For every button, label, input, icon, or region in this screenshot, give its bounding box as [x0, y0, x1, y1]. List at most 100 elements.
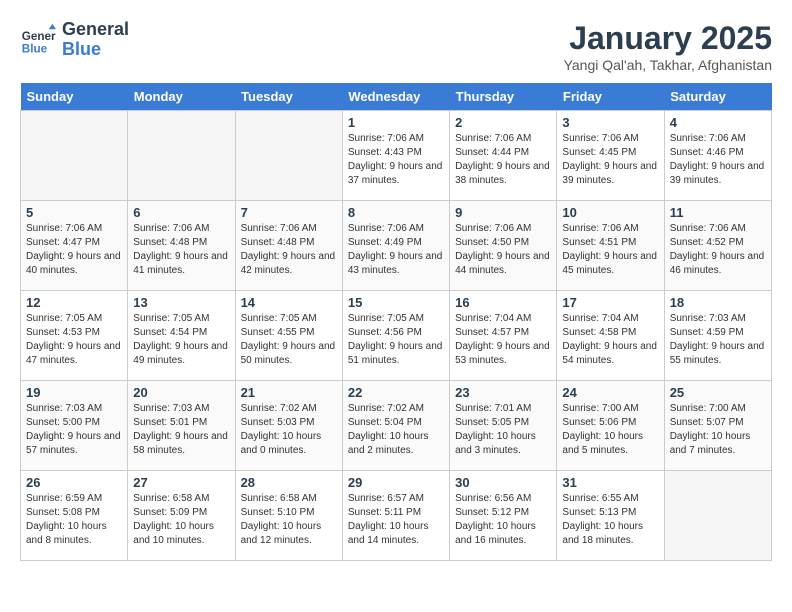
day-info: Sunrise: 7:01 AMSunset: 5:05 PMDaylight:…: [455, 402, 551, 458]
day-info: Sunrise: 7:06 AMSunset: 4:44 PMDaylight:…: [455, 132, 551, 188]
calendar-cell: [235, 111, 342, 201]
day-info: Sunrise: 7:06 AMSunset: 4:51 PMDaylight:…: [562, 222, 658, 278]
day-info: Sunrise: 7:06 AMSunset: 4:50 PMDaylight:…: [455, 222, 551, 278]
calendar-cell: 4 Sunrise: 7:06 AMSunset: 4:46 PMDayligh…: [664, 111, 771, 201]
calendar-cell: 10 Sunrise: 7:06 AMSunset: 4:51 PMDaylig…: [557, 201, 664, 291]
day-number: 2: [455, 115, 551, 130]
calendar-cell: 30 Sunrise: 6:56 AMSunset: 5:12 PMDaylig…: [450, 471, 557, 561]
calendar-cell: 27 Sunrise: 6:58 AMSunset: 5:09 PMDaylig…: [128, 471, 235, 561]
calendar-table: SundayMondayTuesdayWednesdayThursdayFrid…: [20, 83, 772, 561]
day-number: 10: [562, 205, 658, 220]
day-info: Sunrise: 6:59 AMSunset: 5:08 PMDaylight:…: [26, 492, 122, 548]
day-number: 15: [348, 295, 444, 310]
day-number: 6: [133, 205, 229, 220]
calendar-cell: 2 Sunrise: 7:06 AMSunset: 4:44 PMDayligh…: [450, 111, 557, 201]
calendar-cell: 25 Sunrise: 7:00 AMSunset: 5:07 PMDaylig…: [664, 381, 771, 471]
day-number: 25: [670, 385, 766, 400]
day-info: Sunrise: 6:58 AMSunset: 5:09 PMDaylight:…: [133, 492, 229, 548]
day-info: Sunrise: 7:04 AMSunset: 4:58 PMDaylight:…: [562, 312, 658, 368]
day-info: Sunrise: 7:06 AMSunset: 4:48 PMDaylight:…: [241, 222, 337, 278]
day-number: 11: [670, 205, 766, 220]
day-number: 13: [133, 295, 229, 310]
page-header: General Blue General Blue January 2025 Y…: [20, 20, 772, 73]
day-number: 18: [670, 295, 766, 310]
day-number: 4: [670, 115, 766, 130]
day-info: Sunrise: 6:56 AMSunset: 5:12 PMDaylight:…: [455, 492, 551, 548]
calendar-cell: 17 Sunrise: 7:04 AMSunset: 4:58 PMDaylig…: [557, 291, 664, 381]
calendar-cell: 26 Sunrise: 6:59 AMSunset: 5:08 PMDaylig…: [21, 471, 128, 561]
day-number: 27: [133, 475, 229, 490]
day-info: Sunrise: 7:06 AMSunset: 4:52 PMDaylight:…: [670, 222, 766, 278]
day-number: 29: [348, 475, 444, 490]
day-number: 20: [133, 385, 229, 400]
day-info: Sunrise: 7:06 AMSunset: 4:48 PMDaylight:…: [133, 222, 229, 278]
calendar-cell: 16 Sunrise: 7:04 AMSunset: 4:57 PMDaylig…: [450, 291, 557, 381]
svg-text:General: General: [22, 30, 56, 43]
day-number: 19: [26, 385, 122, 400]
week-row-3: 12 Sunrise: 7:05 AMSunset: 4:53 PMDaylig…: [21, 291, 772, 381]
calendar-cell: 15 Sunrise: 7:05 AMSunset: 4:56 PMDaylig…: [342, 291, 449, 381]
day-number: 9: [455, 205, 551, 220]
day-info: Sunrise: 7:04 AMSunset: 4:57 PMDaylight:…: [455, 312, 551, 368]
day-number: 22: [348, 385, 444, 400]
day-number: 26: [26, 475, 122, 490]
day-info: Sunrise: 6:55 AMSunset: 5:13 PMDaylight:…: [562, 492, 658, 548]
logo-icon: General Blue: [20, 22, 56, 58]
week-row-2: 5 Sunrise: 7:06 AMSunset: 4:47 PMDayligh…: [21, 201, 772, 291]
weekday-header-sunday: Sunday: [21, 83, 128, 111]
day-info: Sunrise: 7:05 AMSunset: 4:56 PMDaylight:…: [348, 312, 444, 368]
svg-text:Blue: Blue: [22, 42, 48, 55]
calendar-cell: 11 Sunrise: 7:06 AMSunset: 4:52 PMDaylig…: [664, 201, 771, 291]
day-number: 24: [562, 385, 658, 400]
day-info: Sunrise: 7:06 AMSunset: 4:45 PMDaylight:…: [562, 132, 658, 188]
day-info: Sunrise: 7:05 AMSunset: 4:55 PMDaylight:…: [241, 312, 337, 368]
week-row-4: 19 Sunrise: 7:03 AMSunset: 5:00 PMDaylig…: [21, 381, 772, 471]
day-number: 16: [455, 295, 551, 310]
day-info: Sunrise: 7:03 AMSunset: 5:01 PMDaylight:…: [133, 402, 229, 458]
calendar-cell: 20 Sunrise: 7:03 AMSunset: 5:01 PMDaylig…: [128, 381, 235, 471]
calendar-cell: 28 Sunrise: 6:58 AMSunset: 5:10 PMDaylig…: [235, 471, 342, 561]
calendar-cell: 24 Sunrise: 7:00 AMSunset: 5:06 PMDaylig…: [557, 381, 664, 471]
weekday-header-wednesday: Wednesday: [342, 83, 449, 111]
day-number: 23: [455, 385, 551, 400]
day-number: 30: [455, 475, 551, 490]
day-info: Sunrise: 7:06 AMSunset: 4:49 PMDaylight:…: [348, 222, 444, 278]
day-number: 5: [26, 205, 122, 220]
day-number: 31: [562, 475, 658, 490]
day-info: Sunrise: 7:03 AMSunset: 5:00 PMDaylight:…: [26, 402, 122, 458]
weekday-header-tuesday: Tuesday: [235, 83, 342, 111]
calendar-cell: 8 Sunrise: 7:06 AMSunset: 4:49 PMDayligh…: [342, 201, 449, 291]
calendar-cell: 23 Sunrise: 7:01 AMSunset: 5:05 PMDaylig…: [450, 381, 557, 471]
day-number: 17: [562, 295, 658, 310]
calendar-cell: 19 Sunrise: 7:03 AMSunset: 5:00 PMDaylig…: [21, 381, 128, 471]
calendar-cell: 12 Sunrise: 7:05 AMSunset: 4:53 PMDaylig…: [21, 291, 128, 381]
day-number: 21: [241, 385, 337, 400]
day-number: 3: [562, 115, 658, 130]
calendar-cell: [21, 111, 128, 201]
weekday-header-row: SundayMondayTuesdayWednesdayThursdayFrid…: [21, 83, 772, 111]
day-info: Sunrise: 7:05 AMSunset: 4:53 PMDaylight:…: [26, 312, 122, 368]
day-number: 1: [348, 115, 444, 130]
day-info: Sunrise: 6:58 AMSunset: 5:10 PMDaylight:…: [241, 492, 337, 548]
title-block: January 2025 Yangi Qal'ah, Takhar, Afgha…: [564, 20, 772, 73]
day-number: 28: [241, 475, 337, 490]
calendar-cell: [128, 111, 235, 201]
day-info: Sunrise: 7:03 AMSunset: 4:59 PMDaylight:…: [670, 312, 766, 368]
calendar-cell: 29 Sunrise: 6:57 AMSunset: 5:11 PMDaylig…: [342, 471, 449, 561]
day-info: Sunrise: 7:06 AMSunset: 4:43 PMDaylight:…: [348, 132, 444, 188]
week-row-5: 26 Sunrise: 6:59 AMSunset: 5:08 PMDaylig…: [21, 471, 772, 561]
day-info: Sunrise: 7:02 AMSunset: 5:04 PMDaylight:…: [348, 402, 444, 458]
calendar-cell: 21 Sunrise: 7:02 AMSunset: 5:03 PMDaylig…: [235, 381, 342, 471]
calendar-cell: 9 Sunrise: 7:06 AMSunset: 4:50 PMDayligh…: [450, 201, 557, 291]
day-info: Sunrise: 7:02 AMSunset: 5:03 PMDaylight:…: [241, 402, 337, 458]
day-info: Sunrise: 7:05 AMSunset: 4:54 PMDaylight:…: [133, 312, 229, 368]
day-info: Sunrise: 7:06 AMSunset: 4:47 PMDaylight:…: [26, 222, 122, 278]
day-info: Sunrise: 7:06 AMSunset: 4:46 PMDaylight:…: [670, 132, 766, 188]
calendar-cell: 13 Sunrise: 7:05 AMSunset: 4:54 PMDaylig…: [128, 291, 235, 381]
day-info: Sunrise: 7:00 AMSunset: 5:07 PMDaylight:…: [670, 402, 766, 458]
weekday-header-friday: Friday: [557, 83, 664, 111]
calendar-cell: 18 Sunrise: 7:03 AMSunset: 4:59 PMDaylig…: [664, 291, 771, 381]
day-info: Sunrise: 7:00 AMSunset: 5:06 PMDaylight:…: [562, 402, 658, 458]
calendar-cell: [664, 471, 771, 561]
calendar-cell: 6 Sunrise: 7:06 AMSunset: 4:48 PMDayligh…: [128, 201, 235, 291]
